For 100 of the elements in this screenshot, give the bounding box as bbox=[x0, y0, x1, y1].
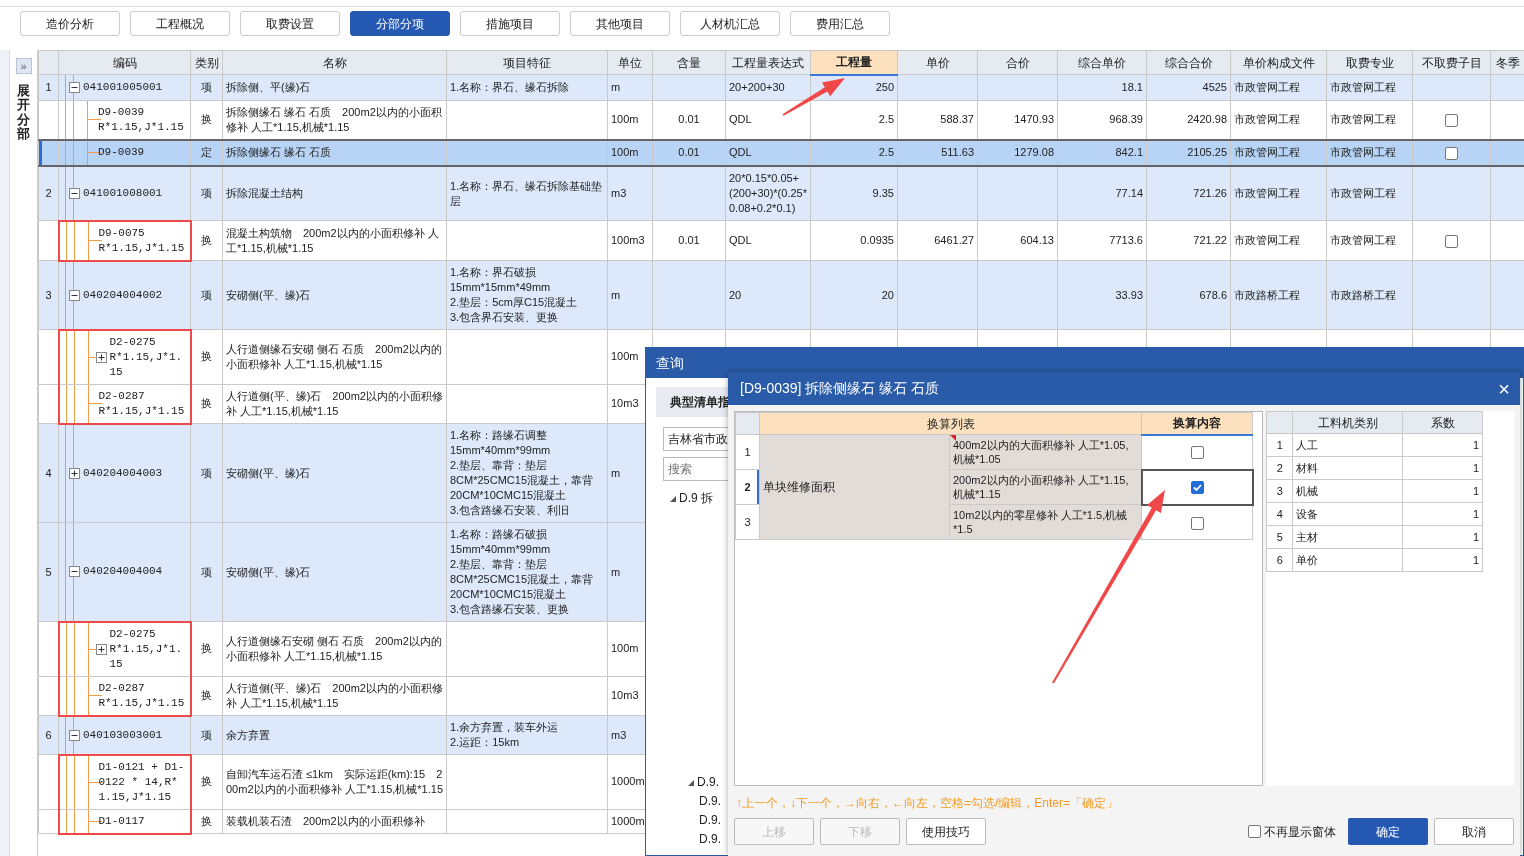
table-cell: 拆除侧、平(缘)石 bbox=[222, 74, 447, 100]
column-header[interactable]: 类别 bbox=[190, 50, 223, 75]
dialog-button[interactable]: 使用技巧 bbox=[906, 818, 986, 845]
column-header[interactable]: 单价构成文件 bbox=[1230, 50, 1327, 75]
table-cell: 市政路桥工程 bbox=[1230, 260, 1327, 330]
tab[interactable]: 人材机汇总 bbox=[680, 11, 780, 36]
code-text: 041001005001 bbox=[83, 79, 163, 95]
table-cell: 1.名称：路缘石破损 15mm*40mm*99mm 2.垫层、靠背：垫层 8CM*25CMC15混凝土，靠背 20CM*10CMC15混凝土 3.包含路缘石安装、更换 bbox=[446, 522, 608, 622]
column-header[interactable]: 单价 bbox=[897, 50, 978, 75]
collapse-toggle-icon[interactable] bbox=[69, 729, 80, 741]
checkbox[interactable] bbox=[1190, 446, 1204, 460]
table-cell: 主材 bbox=[1292, 525, 1403, 549]
code-text: 040204004004 bbox=[83, 564, 163, 580]
tree-item[interactable]: D.9. bbox=[699, 830, 721, 849]
tree-item[interactable]: D.9. bbox=[699, 792, 721, 811]
corner-cell bbox=[1266, 411, 1293, 434]
code-text: D2-0275 R*1.15,J*1.15 bbox=[109, 626, 184, 672]
column-header[interactable]: 项目特征 bbox=[446, 50, 608, 75]
tree-item[interactable]: D.9. bbox=[699, 811, 721, 830]
expand-panel-button[interactable]: » bbox=[15, 58, 32, 74]
table-cell: 2.5 bbox=[810, 100, 898, 140]
expanded-arrow-icon[interactable] bbox=[670, 495, 676, 502]
keyboard-hint: ↑上一个，↓下一个，→向右，←向左，空格=勾选/编辑，Enter=「确定」 bbox=[736, 795, 1120, 812]
code-text: D1-0121 + D1-0122 * 14,R*1.15,J*1.15 bbox=[98, 759, 186, 805]
table-cell: 项 bbox=[190, 423, 223, 523]
table-cell: 混凝土构筑物 200m2以内的小面积修补 人工*1.15,机械*1.15 bbox=[222, 220, 447, 261]
option-cell: 10m2以内的零星修补 人工*1.5,机械*1.5 bbox=[949, 504, 1142, 540]
collapse-toggle-icon[interactable] bbox=[69, 81, 80, 93]
checkbox[interactable] bbox=[1445, 113, 1458, 127]
table-cell: 20 bbox=[725, 260, 811, 330]
row-number: 5 bbox=[1266, 525, 1293, 549]
table-cell: 100m bbox=[607, 139, 653, 166]
column-header[interactable]: 编码 bbox=[58, 50, 191, 75]
table-cell: 市政管网工程 bbox=[1326, 166, 1413, 221]
tab[interactable]: 造价分析 bbox=[20, 11, 120, 36]
table-cell: 7713.6 bbox=[1057, 220, 1147, 261]
column-header[interactable]: 取费专业 bbox=[1326, 50, 1413, 75]
column-header[interactable]: 换算列表 bbox=[759, 412, 1142, 435]
tab[interactable]: 其他项目 bbox=[570, 11, 670, 36]
code-text: D9-0039 R*1.15,J*1.15 bbox=[98, 104, 184, 135]
table-cell: 1 bbox=[1402, 456, 1483, 480]
table-cell: 安砌侧(平、缘)石 bbox=[222, 423, 447, 523]
tab[interactable]: 分部分项 bbox=[350, 11, 450, 36]
table-cell: 721.26 bbox=[1146, 166, 1231, 221]
table-cell: 1 bbox=[1402, 479, 1483, 503]
checkbox[interactable] bbox=[1190, 516, 1204, 530]
table-cell: 4525 bbox=[1146, 74, 1231, 100]
tab[interactable]: 取费设置 bbox=[240, 11, 340, 36]
column-header[interactable]: 工程量 bbox=[810, 50, 898, 75]
checkbox[interactable] bbox=[1445, 234, 1458, 248]
expanded-arrow-icon[interactable] bbox=[688, 779, 694, 786]
checkbox[interactable] bbox=[1190, 481, 1204, 495]
collapse-toggle-icon[interactable] bbox=[69, 289, 80, 301]
close-button[interactable]: × bbox=[1498, 378, 1510, 399]
expand-toggle-icon[interactable] bbox=[69, 467, 80, 479]
collapse-toggle-icon[interactable] bbox=[69, 566, 80, 578]
table-cell: 1.名称：界石、缘石拆除 bbox=[446, 74, 608, 100]
table-cell: 0.0935 bbox=[810, 220, 898, 261]
cancel-button[interactable]: 取消 bbox=[1434, 818, 1514, 845]
table-cell: 20 bbox=[810, 260, 898, 330]
column-header[interactable]: 单位 bbox=[607, 50, 653, 75]
column-header[interactable]: 综合合价 bbox=[1146, 50, 1231, 75]
table-cell: 人行道侧(平、缘)石 200m2以内的小面积修补 人工*1.15,机械*1.15 bbox=[222, 676, 447, 716]
row-number: 2 bbox=[1266, 456, 1293, 480]
column-header[interactable]: 工程量表达式 bbox=[725, 50, 811, 75]
expand-toggle-icon[interactable] bbox=[95, 351, 107, 363]
table-cell: 1 bbox=[1402, 433, 1483, 457]
tree-item[interactable]: D.9. bbox=[697, 773, 719, 792]
table-cell: 市政管网工程 bbox=[1230, 139, 1327, 166]
column-header[interactable]: 含量 bbox=[652, 50, 726, 75]
expand-toggle-icon[interactable] bbox=[95, 643, 107, 655]
table-cell: 人行道侧缘石安砌 侧石 石质 200m2以内的小面积修补 人工*1.15,机械*1.15 bbox=[222, 329, 447, 384]
tab[interactable]: 工程概况 bbox=[130, 11, 230, 36]
collapse-toggle-icon[interactable] bbox=[69, 187, 80, 199]
column-header[interactable]: 不取费子目 bbox=[1412, 50, 1491, 75]
row-number: 4 bbox=[38, 423, 59, 523]
table-cell: 换 bbox=[190, 329, 223, 384]
column-header[interactable]: 名称 bbox=[222, 50, 447, 75]
table-cell: 装载机装石渣 200m2以内的小面积修补 bbox=[222, 809, 447, 834]
table-cell: 0.01 bbox=[652, 139, 726, 166]
table-cell: 市政管网工程 bbox=[1230, 220, 1327, 261]
checkbox[interactable] bbox=[1445, 147, 1458, 161]
table-cell: 安砌侧(平、缘)石 bbox=[222, 522, 447, 622]
column-header[interactable]: 合价 bbox=[977, 50, 1058, 75]
column-header[interactable]: 换算内容 bbox=[1141, 412, 1253, 435]
column-header[interactable]: 冬季 bbox=[1490, 50, 1524, 75]
row-number: 6 bbox=[38, 715, 59, 755]
tab[interactable]: 措施项目 bbox=[460, 11, 560, 36]
option-cell: 200m2以内的小面积修补 人工*1.15,机械*1.15 bbox=[949, 469, 1142, 505]
column-header[interactable]: 综合单价 bbox=[1057, 50, 1147, 75]
row-number: 5 bbox=[38, 522, 59, 622]
tab[interactable]: 费用汇总 bbox=[790, 11, 890, 36]
group-cell: 单块维修面积 bbox=[759, 434, 950, 540]
dont-show-checkbox[interactable]: 不再显示窗体 bbox=[1248, 822, 1336, 841]
table-cell: 人行道侧缘石安砌 侧石 石质 200m2以内的小面积修补 人工*1.15,机械*1.15 bbox=[222, 621, 447, 676]
table-cell: 0.01 bbox=[652, 220, 726, 261]
ok-button[interactable]: 确定 bbox=[1348, 818, 1428, 845]
tree-item[interactable]: D.9 拆 bbox=[679, 489, 713, 508]
table-cell: 材料 bbox=[1292, 456, 1403, 480]
table-cell: 项 bbox=[190, 260, 223, 330]
